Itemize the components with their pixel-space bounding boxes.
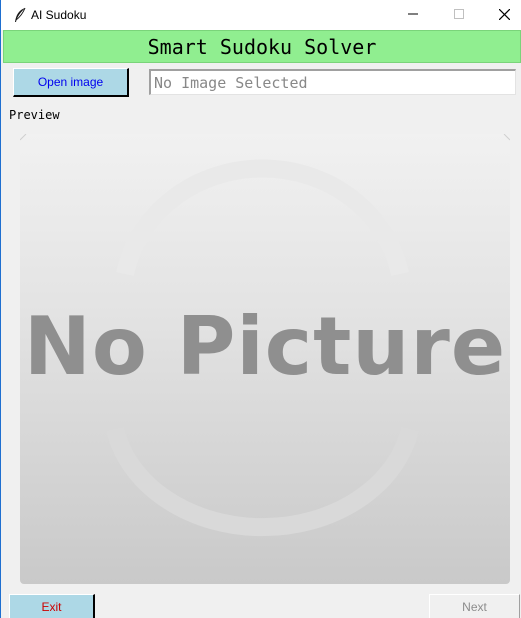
maximize-icon [454,9,464,19]
open-image-button[interactable]: Open image [13,68,129,97]
minimize-icon [408,13,418,15]
image-preview: No Picture [20,134,510,584]
preview-label: Preview [9,108,60,122]
next-button[interactable]: Next [429,594,520,618]
close-button[interactable] [481,0,521,30]
exit-button[interactable]: Exit [9,594,95,618]
maximize-button[interactable] [436,0,482,30]
feather-icon [13,7,27,23]
app-window: AI Sudoku Smart Sudoku Solver Open image… [0,0,521,618]
image-path-field[interactable] [149,69,516,95]
close-icon [499,9,510,20]
title-bar[interactable]: AI Sudoku [1,0,521,30]
app-heading: Smart Sudoku Solver [147,35,377,59]
minimize-button[interactable] [390,0,436,30]
no-picture-text: No Picture [23,300,507,393]
window-title: AI Sudoku [31,8,87,22]
header-bar: Smart Sudoku Solver [3,30,521,63]
